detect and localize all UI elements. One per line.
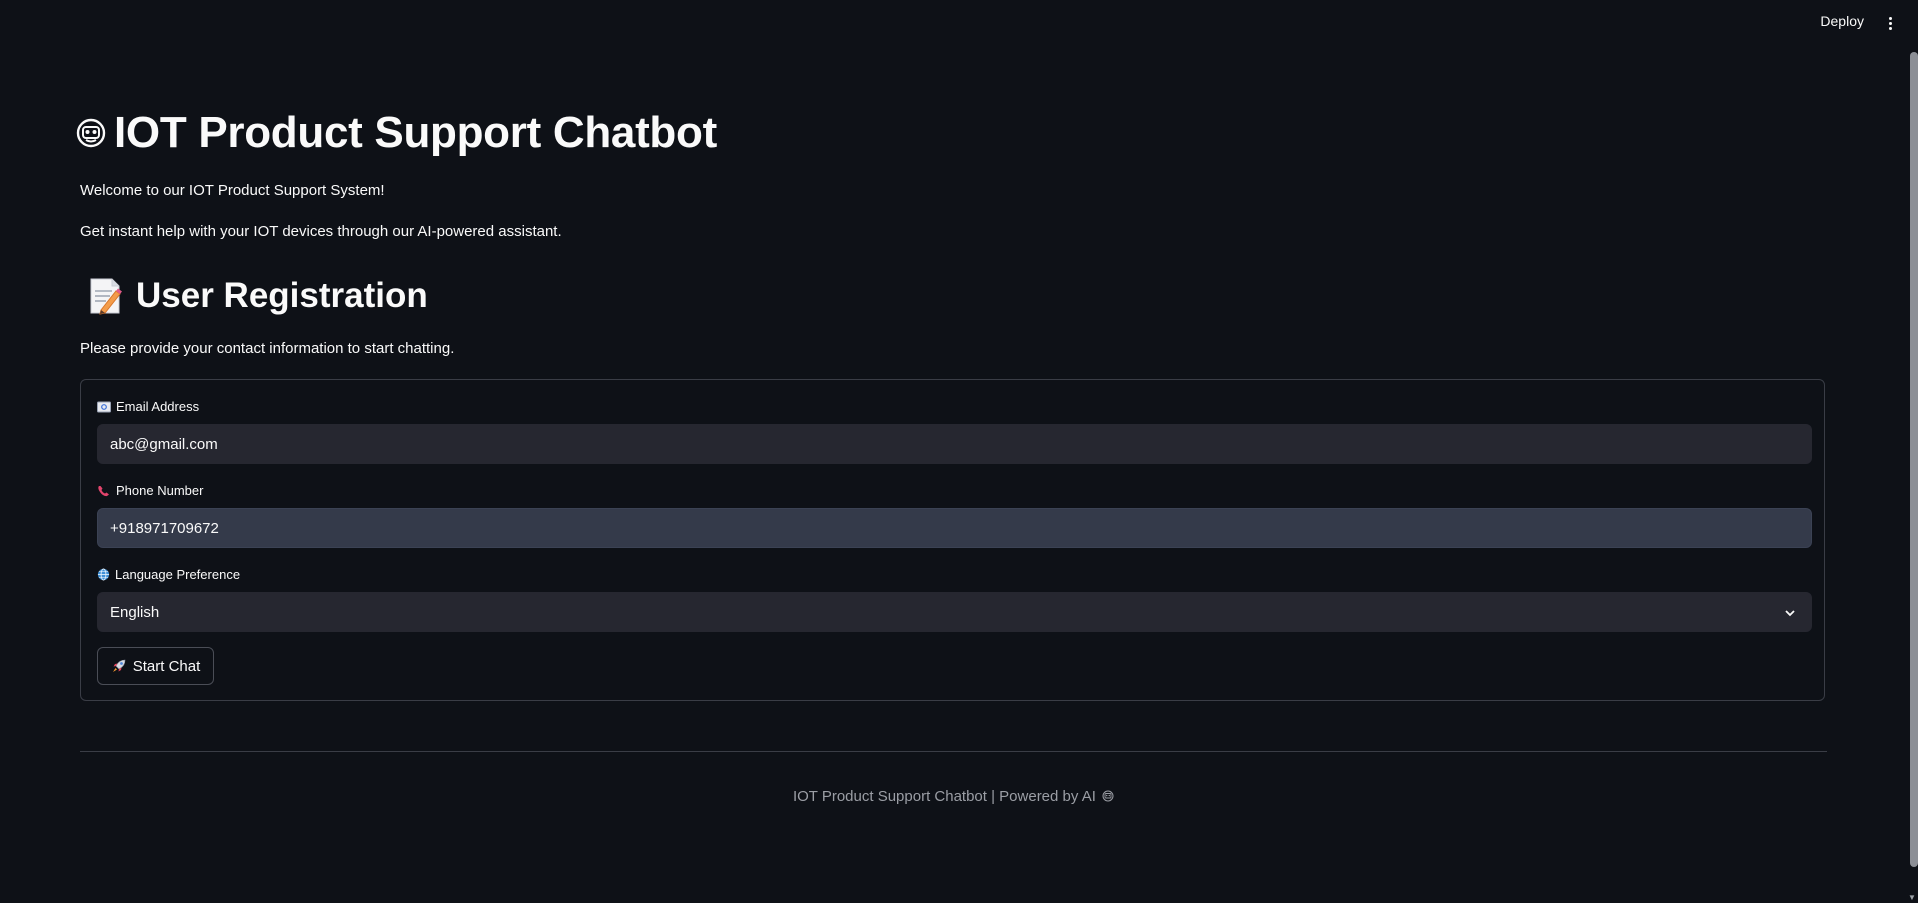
language-select-value: English [110, 604, 160, 621]
page-title: IOT Product Support Chatbot [76, 108, 717, 158]
phone-field-value: +918971709672 [110, 520, 219, 537]
email-label: Email Address [97, 399, 199, 414]
phone-label-text: Phone Number [116, 483, 204, 498]
email-label-text: Email Address [116, 399, 200, 414]
section-heading-text: User Registration [136, 276, 428, 315]
start-chat-button-label: Start Chat [132, 657, 201, 675]
start-chat-button[interactable]: Start Chat [97, 647, 214, 685]
email-field-value: abc@gmail.com [110, 436, 218, 453]
section-heading: User Registration [88, 276, 428, 316]
footer-text: IOT Product Support Chatbot | Powered by… [792, 788, 1096, 805]
page-title-text: IOT Product Support Chatbot [114, 108, 717, 157]
scroll-down-arrow-icon[interactable]: ▼ [1906, 893, 1918, 903]
chevron-down-icon [1785, 610, 1795, 617]
globe-icon [97, 568, 110, 581]
phone-field[interactable]: +918971709672 [97, 508, 1812, 548]
email-envelope-icon [97, 401, 111, 412]
email-field[interactable]: abc@gmail.com [97, 424, 1812, 464]
registration-form: Email Address abc@gmail.com Phone Number… [80, 379, 1825, 701]
robot-face-icon [1102, 790, 1114, 802]
scrollbar[interactable] [1910, 52, 1918, 867]
language-label: Language Preference [97, 567, 240, 582]
language-select[interactable]: English [97, 592, 1812, 632]
welcome-text: Welcome to our IOT Product Support Syste… [80, 182, 385, 199]
divider [80, 751, 1827, 752]
deploy-button[interactable]: Deploy [1820, 13, 1864, 29]
footer: IOT Product Support Chatbot | Powered by… [80, 788, 1827, 805]
vertical-ellipsis-icon[interactable] [1884, 13, 1896, 33]
telephone-receiver-icon [98, 485, 109, 496]
memo-icon [90, 278, 122, 315]
robot-face-icon [76, 118, 106, 148]
instructions-text: Please provide your contact information … [80, 340, 455, 357]
app-header: Deploy [0, 0, 1918, 46]
subtitle-text: Get instant help with your IOT devices t… [80, 223, 562, 240]
phone-label: Phone Number [97, 483, 203, 498]
language-label-text: Language Preference [115, 567, 241, 582]
rocket-icon [112, 659, 126, 672]
